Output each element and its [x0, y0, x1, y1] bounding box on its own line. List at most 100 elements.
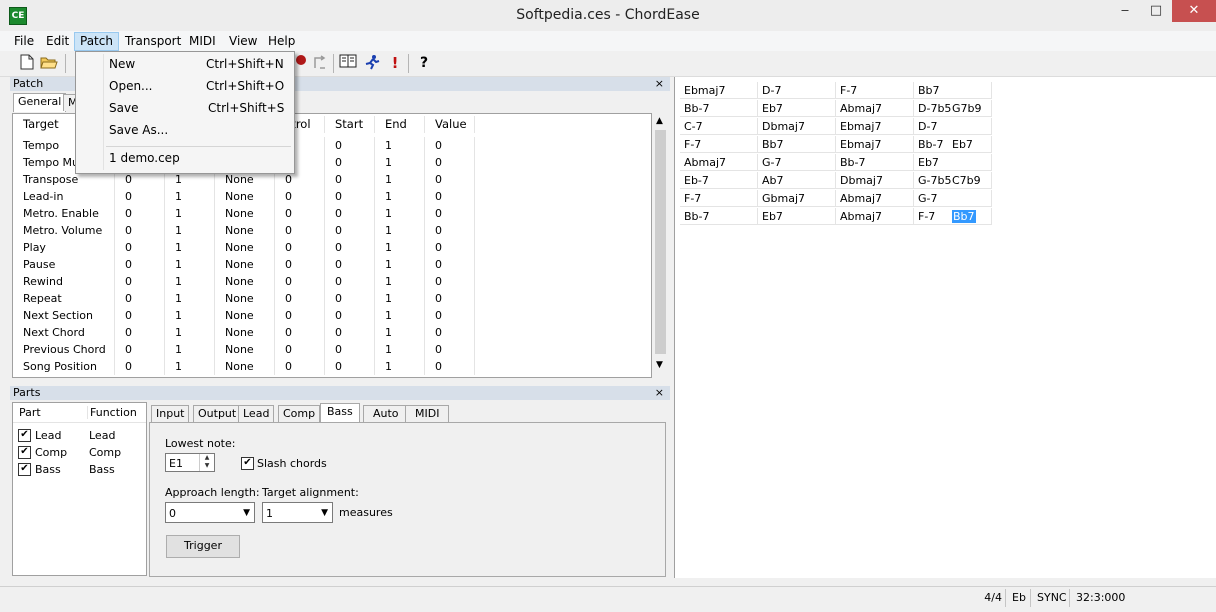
table-cell-c2[interactable]: 1: [165, 188, 215, 205]
table-cell-value[interactable]: 0: [425, 256, 475, 273]
selected-chord[interactable]: Bb7: [952, 210, 976, 223]
table-cell-c1[interactable]: 0: [115, 256, 165, 273]
menu-midi[interactable]: MIDI: [184, 33, 221, 50]
chord-cell[interactable]: Eb7: [758, 208, 836, 225]
table-cell-c2[interactable]: 1: [165, 256, 215, 273]
chord-cell[interactable]: Ebmaj7: [836, 136, 914, 153]
table-cell-end[interactable]: 1: [375, 205, 425, 222]
loop-icon[interactable]: [311, 54, 329, 72]
table-cell-start[interactable]: 0: [325, 358, 375, 375]
table-cell-control[interactable]: 0: [275, 222, 325, 239]
table-cell-target[interactable]: Repeat: [13, 290, 115, 307]
table-cell-c3[interactable]: None: [215, 205, 275, 222]
table-row[interactable]: Lead-in 0 1 None 0 0 1 0: [13, 188, 483, 205]
table-cell-c3[interactable]: None: [215, 358, 275, 375]
menu-item-open[interactable]: Open... Ctrl+Shift+O: [76, 76, 294, 97]
chord-cell[interactable]: Eb7: [914, 154, 992, 171]
chord-cell[interactable]: G-7b5 C7b9: [914, 172, 992, 189]
chord-cell[interactable]: Bb-7: [680, 100, 758, 117]
column-header-part[interactable]: Part: [19, 406, 41, 419]
chord-cell[interactable]: Abmaj7: [836, 100, 914, 117]
chord-cell[interactable]: Dbmaj7: [758, 118, 836, 135]
close-button[interactable]: ✕: [1172, 0, 1216, 22]
table-cell-c2[interactable]: 1: [165, 205, 215, 222]
table-cell-c3[interactable]: None: [215, 273, 275, 290]
table-cell-c3[interactable]: None: [215, 222, 275, 239]
target-alignment-select[interactable]: 1 ▼: [262, 502, 333, 523]
chord-cell[interactable]: Abmaj7: [680, 154, 758, 171]
table-cell-end[interactable]: 1: [375, 273, 425, 290]
chord-cell[interactable]: G-7: [758, 154, 836, 171]
table-cell-value[interactable]: 0: [425, 341, 475, 358]
table-cell-control[interactable]: 0: [275, 256, 325, 273]
table-row[interactable]: Metro. Volume 0 1 None 0 0 1 0: [13, 222, 483, 239]
menu-view[interactable]: View: [224, 33, 262, 50]
table-cell-value[interactable]: 0: [425, 358, 475, 375]
table-cell-start[interactable]: 0: [325, 205, 375, 222]
table-cell-c3[interactable]: None: [215, 307, 275, 324]
scroll-thumb[interactable]: [655, 130, 666, 354]
table-cell-c1[interactable]: 0: [115, 188, 165, 205]
slash-chords-checkbox[interactable]: ✔: [241, 457, 254, 470]
table-row[interactable]: Metro. Enable 0 1 None 0 0 1 0: [13, 205, 483, 222]
table-cell-value[interactable]: 0: [425, 137, 475, 154]
table-cell-value[interactable]: 0: [425, 307, 475, 324]
table-row[interactable]: Next Chord 0 1 None 0 0 1 0: [13, 324, 483, 341]
patch-vertical-scrollbar[interactable]: ▲ ▼: [653, 114, 668, 375]
column-header[interactable]: End: [375, 116, 425, 133]
menu-item-save-as[interactable]: Save As...: [76, 120, 294, 141]
song-book-icon[interactable]: [339, 54, 357, 72]
table-cell-control[interactable]: 0: [275, 273, 325, 290]
table-cell-c3[interactable]: None: [215, 256, 275, 273]
table-cell-start[interactable]: 0: [325, 239, 375, 256]
table-cell-c1[interactable]: 0: [115, 290, 165, 307]
table-cell-value[interactable]: 0: [425, 290, 475, 307]
table-cell-end[interactable]: 1: [375, 341, 425, 358]
table-cell-value[interactable]: 0: [425, 154, 475, 171]
table-cell-target[interactable]: Play: [13, 239, 115, 256]
table-cell-control[interactable]: 0: [275, 307, 325, 324]
chord-cell[interactable]: Dbmaj7: [836, 172, 914, 189]
table-cell-c2[interactable]: 1: [165, 307, 215, 324]
table-row[interactable]: Rewind 0 1 None 0 0 1 0: [13, 273, 483, 290]
menu-item-new[interactable]: New Ctrl+Shift+N: [76, 54, 294, 75]
table-row[interactable]: Song Position 0 1 None 0 0 1 0: [13, 358, 483, 375]
table-cell-end[interactable]: 1: [375, 188, 425, 205]
table-cell-target[interactable]: Metro. Enable: [13, 205, 115, 222]
table-row[interactable]: Next Section 0 1 None 0 0 1 0: [13, 307, 483, 324]
table-cell-start[interactable]: 0: [325, 273, 375, 290]
chord-cell[interactable]: Bb7: [758, 136, 836, 153]
table-row[interactable]: Previous Chord 0 1 None 0 0 1 0: [13, 341, 483, 358]
chord-cell[interactable]: Ebmaj7: [680, 82, 758, 99]
menu-edit[interactable]: Edit: [41, 33, 74, 50]
chord-cell[interactable]: G-7: [914, 190, 992, 207]
list-item[interactable]: ✔ Bass Bass: [15, 461, 145, 478]
chord-cell[interactable]: F-7: [680, 190, 758, 207]
chord-cell[interactable]: F-7: [680, 136, 758, 153]
chord-cell[interactable]: F-7: [836, 82, 914, 99]
table-cell-c1[interactable]: 0: [115, 273, 165, 290]
table-cell-c2[interactable]: 1: [165, 341, 215, 358]
chord-cell[interactable]: Bb-7: [680, 208, 758, 225]
table-row[interactable]: Repeat 0 1 None 0 0 1 0: [13, 290, 483, 307]
table-cell-target[interactable]: Next Section: [13, 307, 115, 324]
chord-cell[interactable]: Ebmaj7: [836, 118, 914, 135]
table-cell-target[interactable]: Rewind: [13, 273, 115, 290]
trigger-button[interactable]: Trigger: [166, 535, 240, 558]
tab-input[interactable]: Input: [151, 405, 190, 422]
tab-comp[interactable]: Comp: [278, 405, 321, 422]
table-cell-start[interactable]: 0: [325, 341, 375, 358]
table-cell-start[interactable]: 0: [325, 137, 375, 154]
table-cell-value[interactable]: 0: [425, 171, 475, 188]
table-cell-start[interactable]: 0: [325, 222, 375, 239]
table-cell-target[interactable]: Pause: [13, 256, 115, 273]
table-cell-c1[interactable]: 0: [115, 358, 165, 375]
chord-cell[interactable]: F-7 Bb7: [914, 208, 992, 225]
chord-cell[interactable]: Abmaj7: [836, 208, 914, 225]
menu-transport[interactable]: Transport: [120, 33, 186, 50]
table-cell-c3[interactable]: None: [215, 239, 275, 256]
enable-checkbox[interactable]: ✔: [18, 429, 31, 442]
table-cell-end[interactable]: 1: [375, 290, 425, 307]
enable-checkbox[interactable]: ✔: [18, 463, 31, 476]
table-cell-end[interactable]: 1: [375, 222, 425, 239]
